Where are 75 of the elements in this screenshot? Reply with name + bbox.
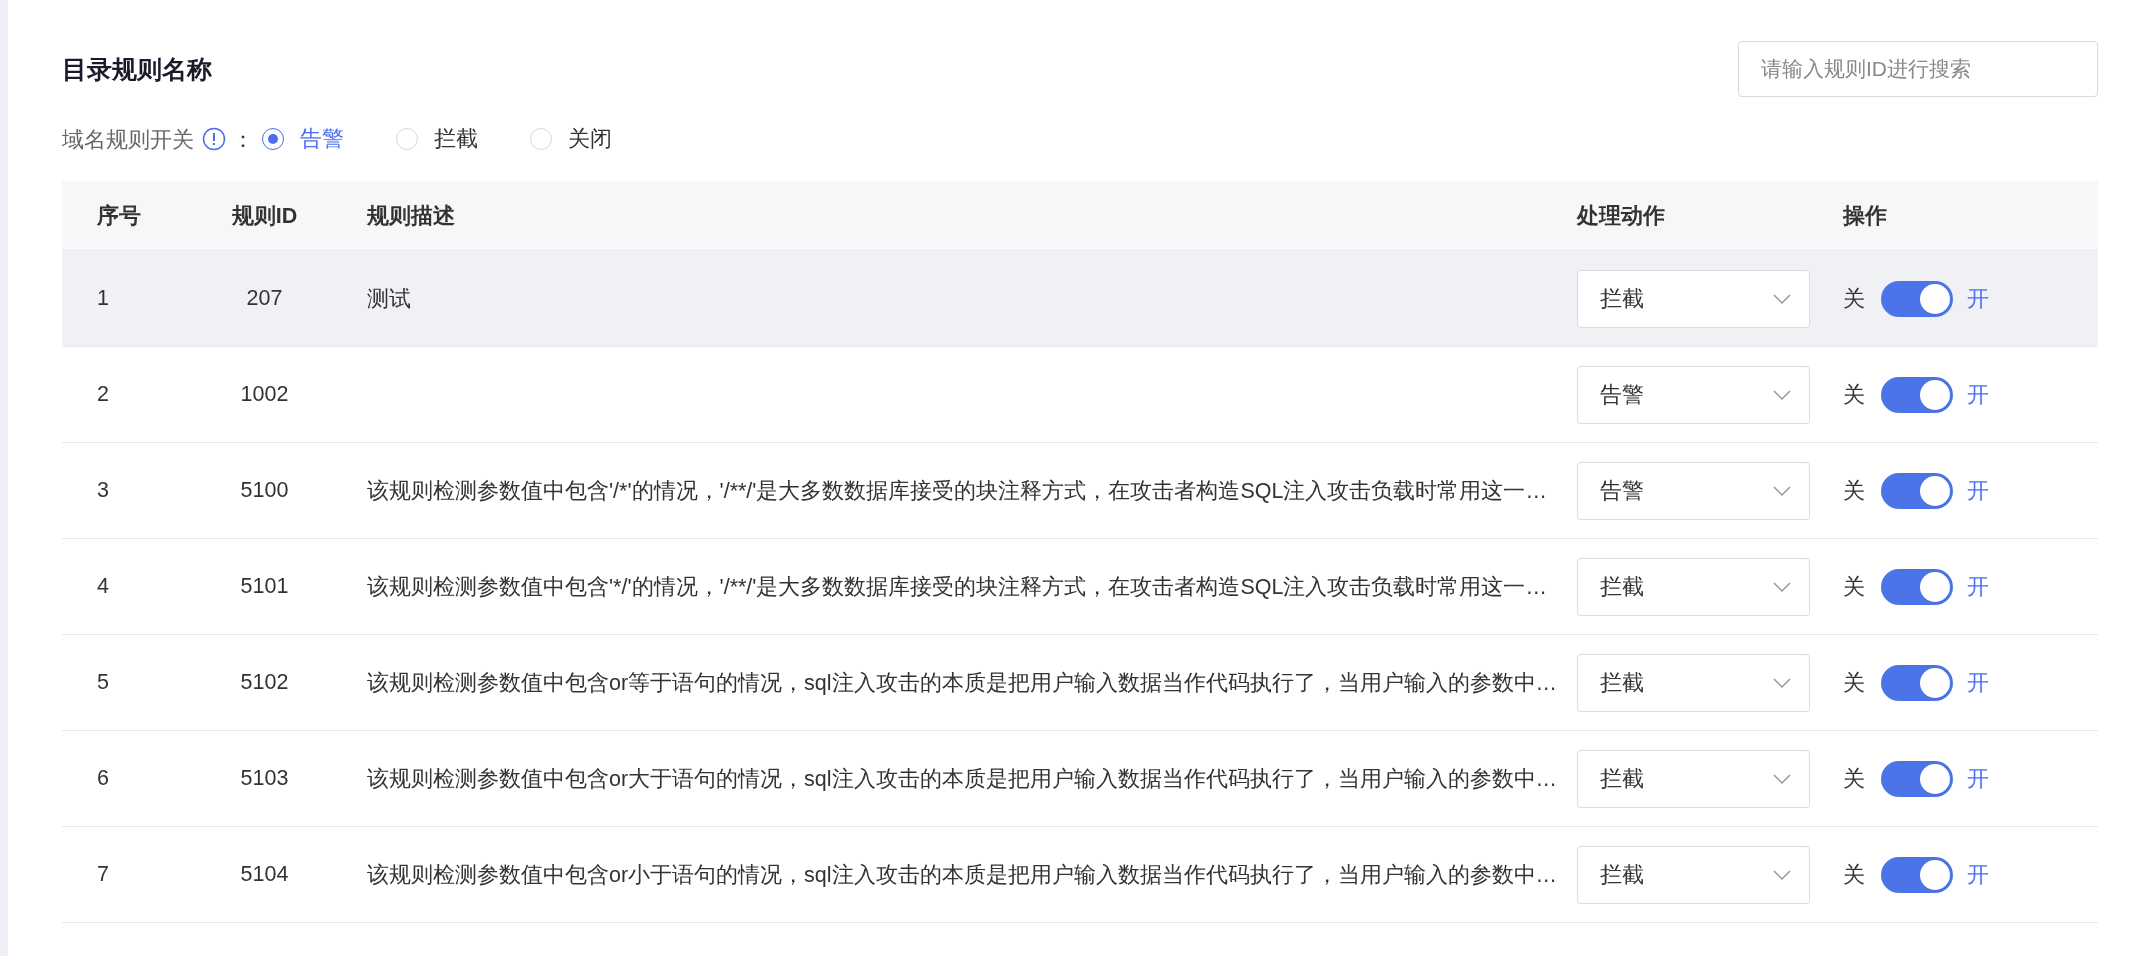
table-cell: 1 [97, 286, 109, 310]
radio-label[interactable]: 拦截 [434, 124, 478, 154]
table-row[interactable]: 5 5102 该规则检测参数值中包含or等于语句的情况，sql注入攻击的本质是把用户输入数据当作代码执行了，当用户输入的参数中… 拦截 关 开 [62, 635, 2098, 731]
off-label: 关 [1843, 766, 1866, 793]
action-select[interactable]: 拦截 [1577, 749, 1811, 808]
search-field[interactable]: 请输入规则ID进行搜索 [1738, 41, 2098, 97]
table-cell: 该规则检测参数值中包含or大于语句的情况，sql注入攻击的本质是把用户输入数据当作代码执行了，当用户输入的参数中… [367, 767, 1558, 791]
table-cell: 4 [97, 574, 109, 598]
off-label: 关 [1843, 286, 1865, 313]
toggle-switch[interactable] [1881, 568, 1953, 605]
column-header: 规则ID [230, 203, 299, 230]
action-select[interactable]: 拦截 [1577, 269, 1810, 328]
table-cell: 6 [97, 766, 109, 790]
on-label: 开 [1967, 574, 1989, 601]
table-cell: 该规则检测参数值中包含or小于语句的情况，sql注入攻击的本质是把用户输入数据当作代码执行了，当用户输入的参数中… [367, 863, 1558, 887]
on-label: 开 [1967, 862, 1990, 889]
on-label: 开 [1967, 478, 1989, 505]
action-select[interactable]: 拦截 [1577, 845, 1811, 904]
chevron-down-icon [1773, 389, 1791, 400]
radio-label[interactable]: 关闭 [568, 124, 612, 154]
action-select[interactable]: 告警 [1577, 365, 1810, 424]
table-cell: 该规则检测参数值中包含or等于语句的情况，sql注入攻击的本质是把用户输入数据当作代码执行了，当用户输入的参数中… [367, 671, 1558, 695]
column-header: 操作 [1843, 203, 1888, 230]
table-row[interactable]: 1 207 测试 拦截 关 开 [62, 251, 2098, 347]
radio-label[interactable]: 告警 [300, 124, 344, 154]
off-label: 关 [1843, 670, 1866, 697]
table-cell: 1002 [240, 382, 289, 406]
chevron-down-icon [1773, 293, 1791, 304]
toggle-switch[interactable] [1881, 760, 1954, 797]
table-cell: 2 [97, 382, 109, 406]
table-cell: 3 [97, 478, 109, 502]
switch-label: 域名规则开关 [62, 126, 194, 154]
action-select[interactable]: 拦截 [1577, 557, 1810, 616]
chevron-down-icon [1773, 677, 1792, 688]
toggle-switch[interactable] [1881, 664, 1954, 701]
toggle-switch[interactable] [1881, 856, 1954, 893]
off-label: 关 [1843, 574, 1865, 601]
table-cell: 5101 [240, 574, 289, 598]
on-label: 开 [1967, 766, 1990, 793]
action-select[interactable]: 告警 [1577, 461, 1810, 520]
table-row[interactable]: 7 5104 该规则检测参数值中包含or小于语句的情况，sql注入攻击的本质是把用户输入数据当作代码执行了，当用户输入的参数中… 拦截 关 开 [62, 827, 2098, 923]
table-row[interactable]: 4 5101 该规则检测参数值中包含'*/'的情况，'/**/'是大多数数据库接受的块注释方式，在攻击者构造SQL注入攻击负载时常用这一… 拦截 关 开 [62, 539, 2098, 635]
table-cell: 该规则检测参数值中包含'/*'的情况，'/**/'是大多数数据库接受的块注释方式，在攻击者构造SQL注入攻击负载时常用这一… [367, 479, 1547, 503]
toggle-switch[interactable] [1881, 472, 1953, 509]
column-header: 序号 [96, 203, 142, 230]
column-header: 规则描述 [367, 203, 456, 230]
table-cell: 7 [97, 862, 109, 886]
table-row[interactable]: 2 1002 告警 关 开 [62, 347, 2098, 443]
chevron-down-icon [1773, 485, 1791, 496]
chevron-down-icon [1773, 869, 1792, 880]
table-cell: 5100 [240, 478, 289, 502]
column-header: 处理动作 [1575, 203, 1666, 230]
off-label: 关 [1843, 478, 1865, 505]
page-title: 目录规则名称 [62, 54, 212, 85]
colon: ： [232, 126, 254, 154]
on-label: 开 [1967, 286, 1989, 313]
action-select[interactable]: 拦截 [1577, 653, 1811, 712]
table-row[interactable]: 3 5100 该规则检测参数值中包含'/*'的情况，'/**/'是大多数数据库接受的块注释方式，在攻击者构造SQL注入攻击负载时常用这一… 告警 关 开 [62, 443, 2098, 539]
table-row[interactable]: 6 5103 该规则检测参数值中包含or大于语句的情况，sql注入攻击的本质是把用户输入数据当作代码执行了，当用户输入的参数中… 拦截 关 开 [62, 731, 2098, 827]
chevron-down-icon [1773, 581, 1791, 592]
table-cell: 5102 [240, 670, 289, 694]
toggle-switch[interactable] [1881, 280, 1953, 317]
off-label: 关 [1843, 862, 1866, 889]
on-label: 开 [1967, 670, 1990, 697]
toggle-switch[interactable] [1881, 376, 1953, 413]
table-cell: 该规则检测参数值中包含'*/'的情况，'/**/'是大多数数据库接受的块注释方式，在攻击者构造SQL注入攻击负载时常用这一… [367, 575, 1547, 599]
info-icon [202, 127, 226, 151]
chevron-down-icon [1773, 773, 1792, 784]
table-cell: 5 [97, 670, 109, 694]
table-cell: 5104 [240, 862, 289, 886]
on-label: 开 [1967, 382, 1989, 409]
off-label: 关 [1843, 382, 1865, 409]
table-cell: 207 [246, 286, 283, 310]
table-cell: 测试 [367, 287, 411, 311]
table-cell: 5103 [240, 766, 289, 790]
